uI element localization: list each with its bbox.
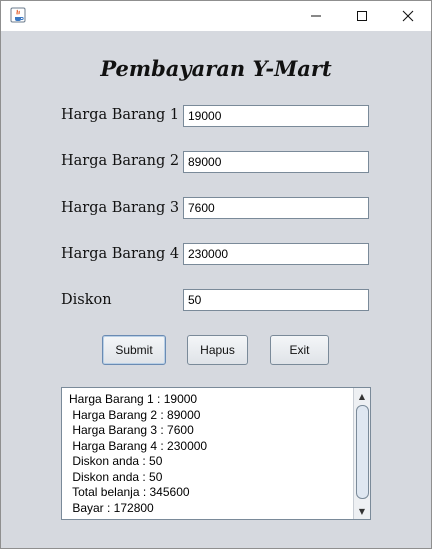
output-line: Bayar : 172800 <box>69 500 154 515</box>
vertical-scrollbar[interactable]: ▲ ▼ <box>353 388 370 519</box>
minimize-icon <box>311 15 321 17</box>
label-harga-barang-1: Harga Barang 1 <box>61 107 180 123</box>
maximize-icon <box>357 11 367 21</box>
input-diskon[interactable] <box>183 289 369 311</box>
output-line: Harga Barang 4 : 230000 <box>69 438 208 453</box>
exit-button[interactable]: Exit <box>270 335 329 365</box>
output-text: Harga Barang 1 : 19000 Harga Barang 2 : … <box>62 392 361 516</box>
output-line: Diskon anda : 50 <box>69 454 163 468</box>
label-harga-barang-3: Harga Barang 3 <box>61 200 180 216</box>
input-harga-barang-3[interactable] <box>183 197 369 219</box>
close-icon <box>402 10 414 22</box>
minimize-button[interactable] <box>293 1 339 31</box>
title-bar[interactable] <box>1 1 431 31</box>
scroll-down-icon[interactable]: ▼ <box>355 504 369 518</box>
java-app-icon <box>10 7 26 23</box>
scroll-up-icon[interactable]: ▲ <box>355 389 369 403</box>
output-line: Harga Barang 2 : 89000 <box>69 407 201 422</box>
submit-button[interactable]: Submit <box>102 335 166 365</box>
close-button[interactable] <box>385 1 431 31</box>
output-line: Harga Barang 1 : 19000 <box>69 392 198 406</box>
input-harga-barang-1[interactable] <box>183 105 369 127</box>
label-diskon: Diskon <box>61 292 112 308</box>
output-line: Harga Barang 3 : 7600 <box>69 423 194 437</box>
input-harga-barang-4[interactable] <box>183 243 369 265</box>
app-window: Pembayaran Y-Mart Harga Barang 1 Harga B… <box>0 0 432 549</box>
form-title: Pembayaran Y-Mart <box>100 56 332 81</box>
output-line: Diskon anda : 50 <box>69 469 163 484</box>
input-harga-barang-2[interactable] <box>183 151 369 173</box>
hapus-button[interactable]: Hapus <box>187 335 248 365</box>
maximize-button[interactable] <box>339 1 385 31</box>
label-harga-barang-2: Harga Barang 2 <box>61 153 180 169</box>
label-harga-barang-4: Harga Barang 4 <box>61 246 180 262</box>
output-textarea[interactable]: Harga Barang 1 : 19000 Harga Barang 2 : … <box>61 387 371 520</box>
scrollbar-thumb[interactable] <box>356 405 369 499</box>
output-line: Total belanja : 345600 <box>69 485 190 499</box>
